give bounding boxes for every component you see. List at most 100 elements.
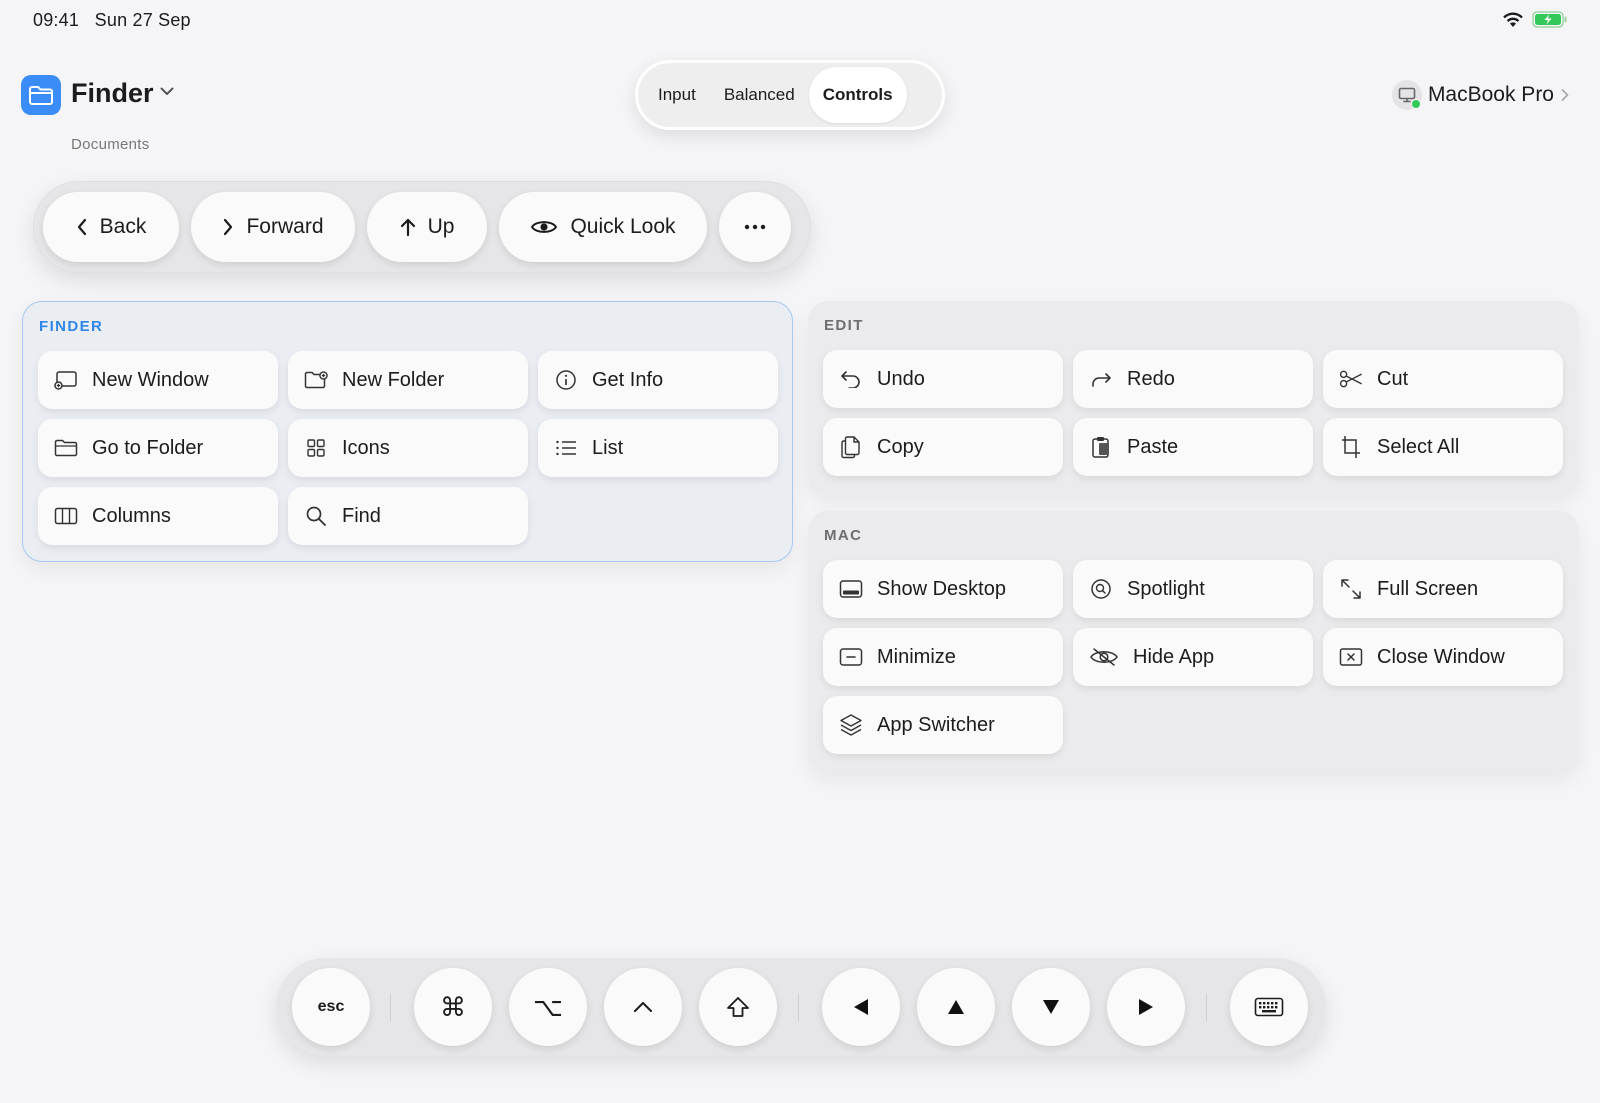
option-key[interactable]: ⌥ — [509, 968, 587, 1046]
chevron-left-icon — [76, 218, 88, 236]
select-all-button[interactable]: Select All — [1323, 418, 1563, 476]
expand-arrows-icon — [1339, 577, 1363, 601]
app-switch-chevron-icon[interactable] — [160, 87, 174, 96]
triangle-down-icon — [1043, 1000, 1059, 1014]
undo-button[interactable]: Undo — [823, 350, 1063, 408]
go-to-folder-button[interactable]: Go to Folder — [38, 419, 278, 477]
new-folder-icon — [304, 368, 328, 392]
undo-icon — [839, 367, 863, 391]
close-window-icon — [1339, 645, 1363, 669]
spotlight-icon — [1089, 577, 1113, 601]
app-name[interactable]: Finder — [71, 78, 154, 109]
redo-label: Redo — [1127, 367, 1175, 390]
scissors-icon — [1339, 367, 1363, 391]
full-screen-button[interactable]: Full Screen — [1323, 560, 1563, 618]
mode-input[interactable]: Input — [644, 67, 710, 123]
hide-app-label: Hide App — [1133, 645, 1215, 668]
quick-look-button[interactable]: Quick Look — [499, 192, 707, 262]
arrow-left-key[interactable] — [822, 968, 900, 1046]
forward-button[interactable]: Forward — [191, 192, 355, 262]
finder-button-grid: New Window New Folder Get Info Go to Fol… — [38, 351, 778, 545]
paste-button[interactable]: Paste — [1073, 418, 1313, 476]
app-switcher-button[interactable]: App Switcher — [823, 696, 1063, 754]
quick-look-label: Quick Look — [570, 215, 676, 238]
columns-view-button[interactable]: Columns — [38, 487, 278, 545]
modifier-key-bar: esc ⌘ ⌥ — [276, 958, 1326, 1056]
mac-panel-title: MAC — [824, 527, 863, 544]
minimize-icon — [839, 645, 863, 669]
chevron-right-icon — [1560, 88, 1570, 102]
eye-slash-icon — [1089, 645, 1119, 669]
status-bar-time: 09:41 Sun 27 Sep — [33, 10, 191, 31]
navigation-toolbar: Back Forward Up Quick Look — [33, 181, 811, 273]
find-button[interactable]: Find — [288, 487, 528, 545]
triangle-up-icon — [948, 1000, 964, 1014]
arrow-up-key[interactable] — [917, 968, 995, 1046]
finder-panel: FINDER New Window New Folder Get Info Go… — [22, 301, 793, 562]
get-info-button[interactable]: Get Info — [538, 351, 778, 409]
minimize-button[interactable]: Minimize — [823, 628, 1063, 686]
redo-button[interactable]: Redo — [1073, 350, 1313, 408]
copy-label: Copy — [877, 435, 924, 458]
finder-app-icon[interactable] — [21, 75, 61, 115]
paste-label: Paste — [1127, 435, 1179, 458]
arrow-right-key[interactable] — [1107, 968, 1185, 1046]
arrow-down-key[interactable] — [1012, 968, 1090, 1046]
crop-select-icon — [1339, 435, 1363, 459]
show-desktop-button[interactable]: Show Desktop — [823, 560, 1063, 618]
control-key[interactable] — [604, 968, 682, 1046]
list-icon — [554, 436, 578, 460]
chevron-right-icon — [222, 218, 234, 236]
close-window-label: Close Window — [1377, 645, 1505, 668]
icons-view-button[interactable]: Icons — [288, 419, 528, 477]
device-name: MacBook Pro — [1427, 83, 1554, 106]
get-info-label: Get Info — [592, 368, 664, 391]
columns-icon — [54, 504, 78, 528]
back-button[interactable]: Back — [43, 192, 179, 262]
copy-icon — [839, 435, 863, 459]
status-time: 09:41 — [33, 10, 80, 30]
copy-button[interactable]: Copy — [823, 418, 1063, 476]
key-divider — [798, 993, 799, 1021]
new-folder-button[interactable]: New Folder — [288, 351, 528, 409]
hide-app-button[interactable]: Hide App — [1073, 628, 1313, 686]
spotlight-button[interactable]: Spotlight — [1073, 560, 1313, 618]
mode-controls[interactable]: Controls — [808, 67, 907, 123]
more-button[interactable] — [719, 192, 791, 262]
spotlight-label: Spotlight — [1127, 577, 1205, 600]
list-view-button[interactable]: List — [538, 419, 778, 477]
stack-layers-icon — [839, 713, 863, 737]
edit-panel-title: EDIT — [824, 317, 864, 334]
redo-icon — [1089, 367, 1113, 391]
shift-key[interactable] — [699, 968, 777, 1046]
status-icons — [1502, 11, 1568, 28]
mode-balanced[interactable]: Balanced — [710, 67, 809, 123]
cut-button[interactable]: Cut — [1323, 350, 1563, 408]
close-window-button[interactable]: Close Window — [1323, 628, 1563, 686]
find-label: Find — [342, 504, 381, 527]
mac-panel: MAC Show Desktop Spotlight Full Screen M… — [808, 511, 1579, 773]
keyboard-key[interactable] — [1230, 968, 1308, 1046]
status-date: Sun 27 Sep — [94, 10, 191, 30]
display-icon — [1391, 80, 1422, 110]
full-screen-label: Full Screen — [1377, 577, 1479, 600]
new-window-button[interactable]: New Window — [38, 351, 278, 409]
ellipsis-icon — [743, 224, 767, 230]
eye-icon — [530, 218, 558, 236]
mac-button-grid: Show Desktop Spotlight Full Screen Minim… — [823, 560, 1563, 754]
command-key[interactable]: ⌘ — [414, 968, 492, 1046]
up-label: Up — [427, 215, 455, 238]
up-button[interactable]: Up — [367, 192, 487, 262]
folder-icon — [54, 436, 78, 460]
columns-view-label: Columns — [92, 504, 171, 527]
device-selector[interactable]: MacBook Pro — [1391, 80, 1570, 110]
finder-panel-title: FINDER — [39, 318, 104, 335]
keyboard-icon — [1254, 997, 1284, 1017]
grid-icon — [304, 436, 328, 460]
edit-button-grid: Undo Redo Cut Copy Paste Select All — [823, 350, 1563, 476]
shift-arrow-icon — [727, 997, 749, 1017]
esc-key[interactable]: esc — [292, 968, 370, 1046]
wifi-icon — [1502, 12, 1524, 28]
minimize-label: Minimize — [877, 645, 956, 668]
new-folder-label: New Folder — [342, 368, 445, 391]
